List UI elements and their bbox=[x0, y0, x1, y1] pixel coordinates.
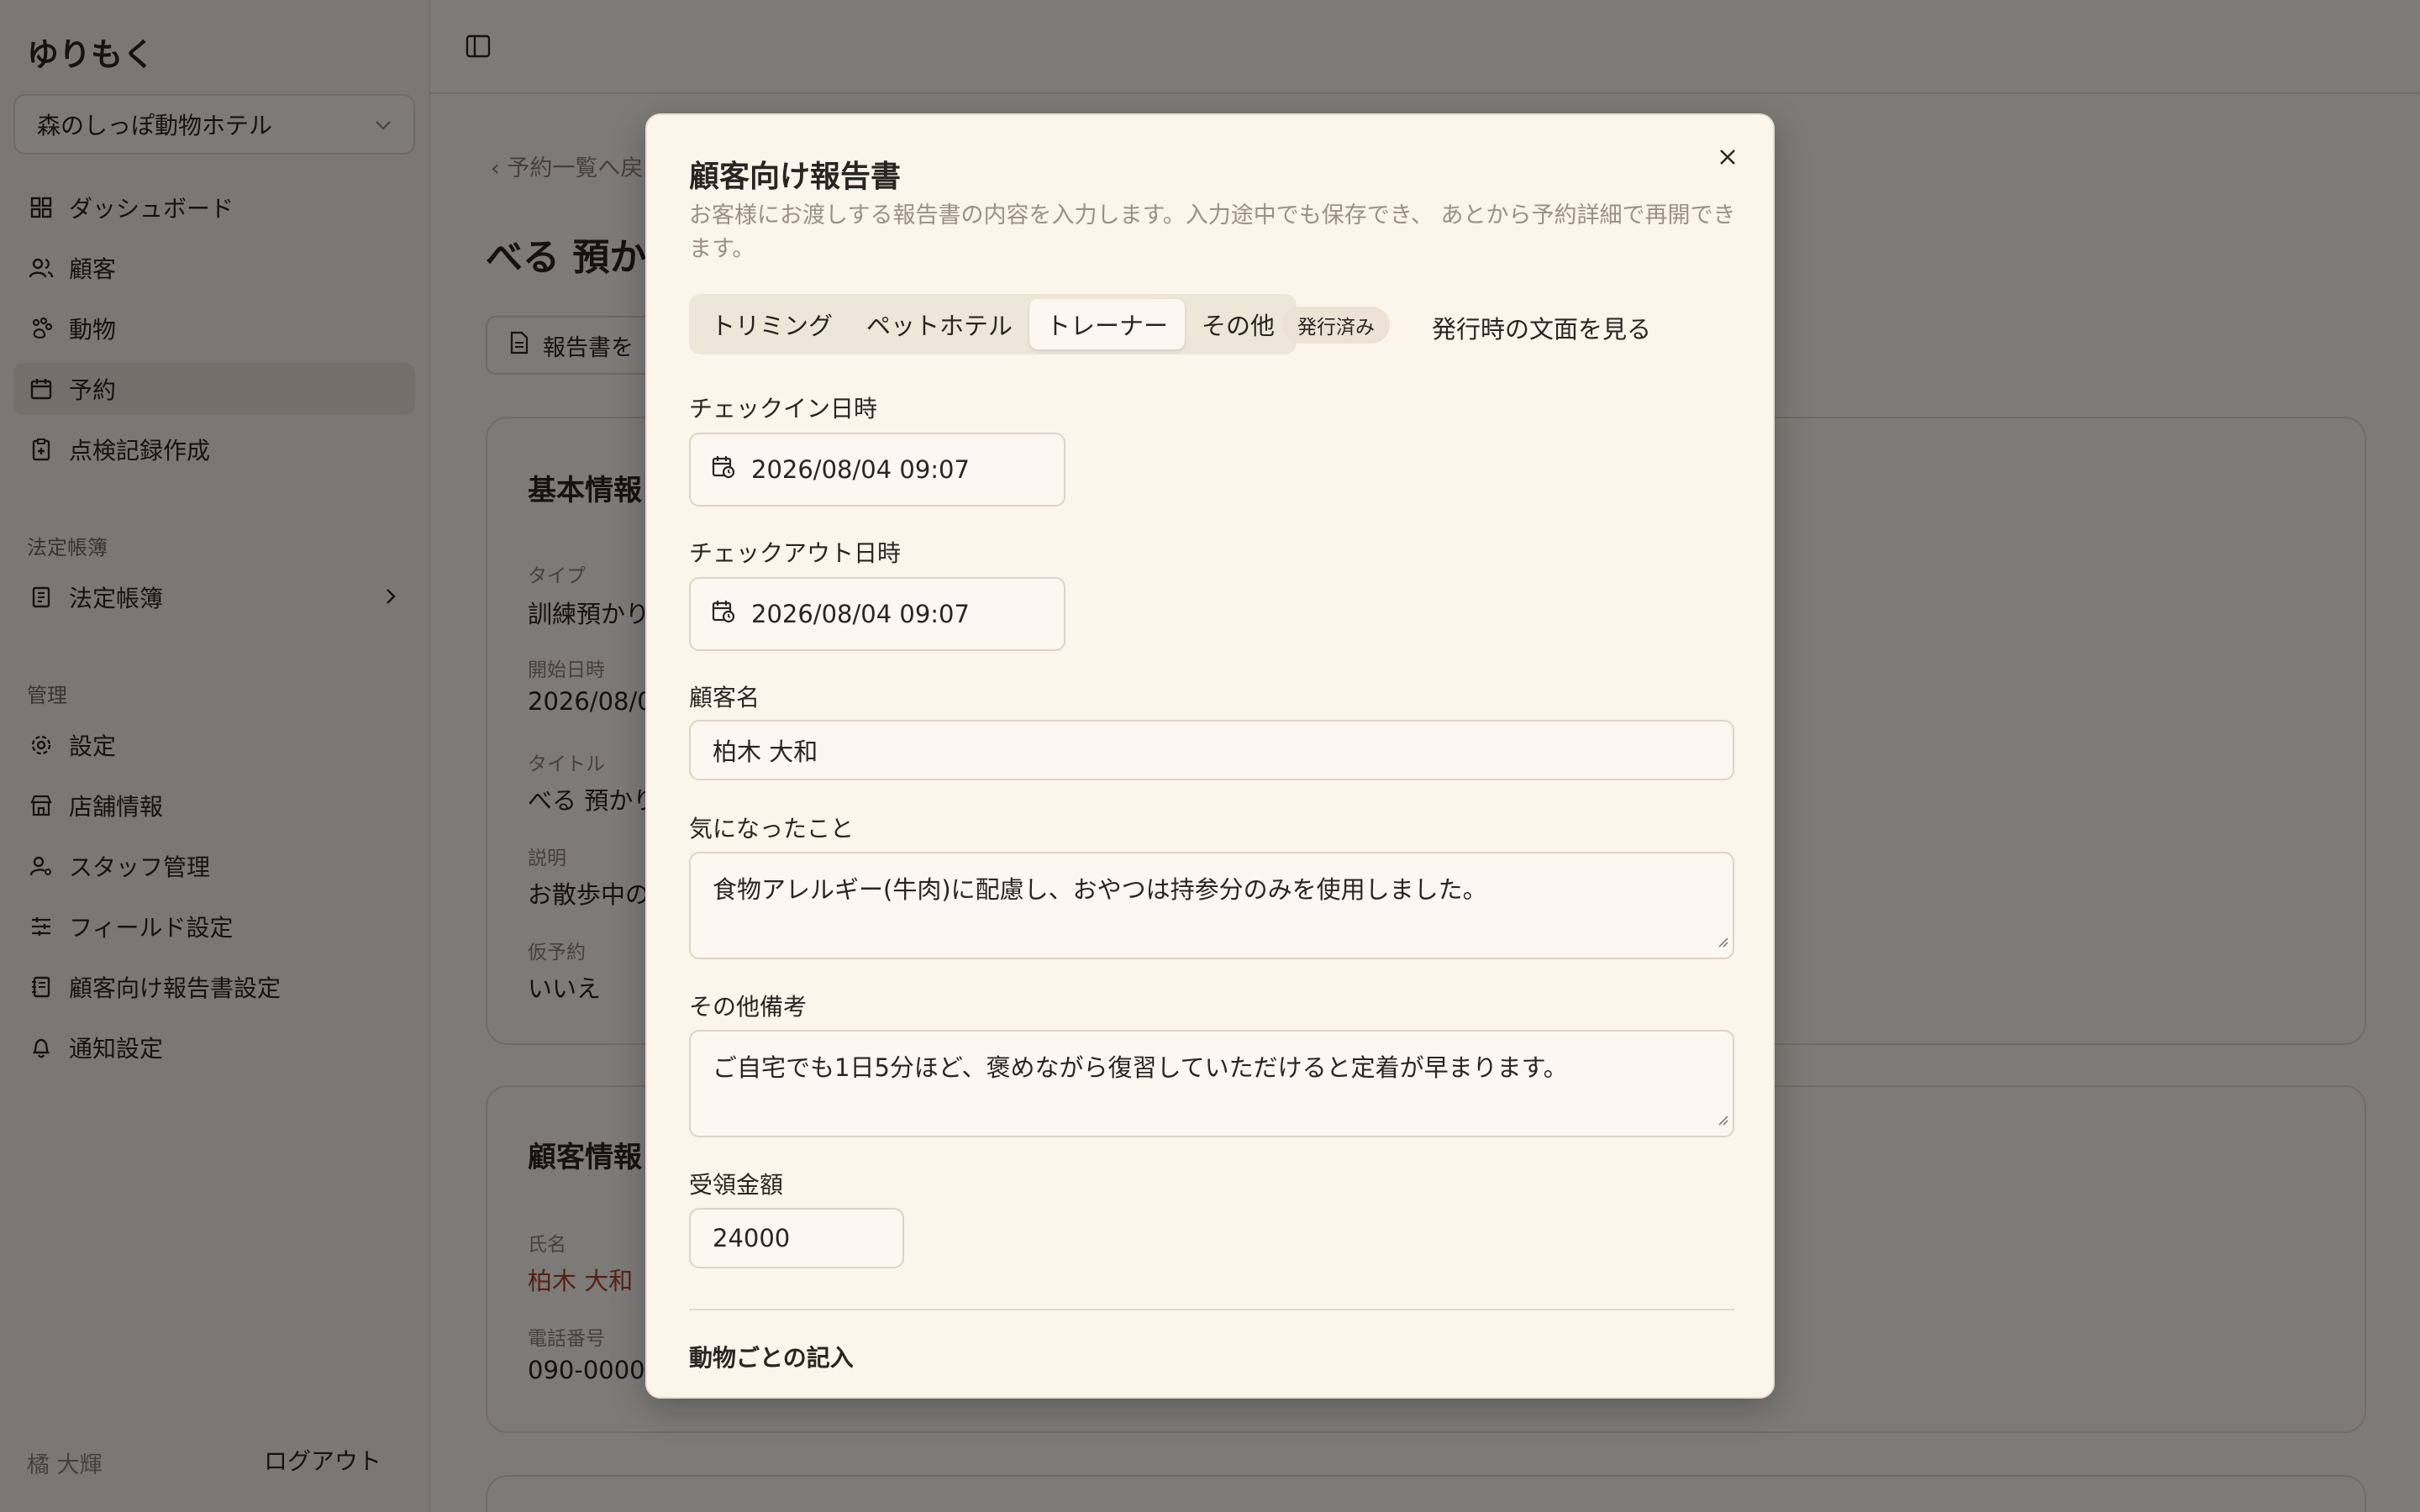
resize-grip-icon[interactable] bbox=[1716, 1104, 1729, 1132]
dialog-description: お客様にお渡しする報告書の内容を入力します。入力途中でも保存でき、 あとから予約… bbox=[689, 202, 1736, 262]
checkout-datetime-input[interactable]: 2026/08/04 09:07 bbox=[689, 577, 1065, 651]
calendar-clock-icon bbox=[711, 454, 736, 486]
notes-value: ご自宅でも1日5分ほど、褒めながら復習していただけると定着が早まります。 bbox=[713, 1053, 1568, 1082]
tab-trainer[interactable]: トレーナー bbox=[1029, 299, 1186, 349]
concern-value: 食物アレルギー(牛肉)に配慮し、おやつは持参分のみを使用しました。 bbox=[713, 875, 1487, 904]
concern-label: 気になったこと bbox=[689, 815, 855, 843]
customer-name-value: 柏木 大和 bbox=[713, 738, 818, 766]
customer-name-label: 顧客名 bbox=[689, 684, 760, 711]
customer-name-input[interactable]: 柏木 大和 bbox=[689, 720, 1734, 780]
close-icon[interactable] bbox=[1711, 140, 1744, 174]
per-animal-section-title: 動物ごとの記入 bbox=[689, 1344, 854, 1372]
checkout-label: チェックアウト日時 bbox=[689, 539, 902, 567]
status-badge: 発行済み bbox=[1282, 307, 1390, 344]
calendar-clock-icon bbox=[711, 599, 736, 630]
amount-input[interactable]: 24000 bbox=[689, 1208, 904, 1268]
customer-report-dialog: 顧客向け報告書 お客様にお渡しする報告書の内容を入力します。入力途中でも保存でき… bbox=[645, 113, 1775, 1399]
checkin-value: 2026/08/04 09:07 bbox=[751, 455, 970, 484]
notes-textarea[interactable]: ご自宅でも1日5分ほど、褒めながら復習していただけると定着が早まります。 bbox=[689, 1030, 1734, 1137]
tab-other[interactable]: その他 bbox=[1185, 299, 1292, 349]
checkout-value: 2026/08/04 09:07 bbox=[751, 600, 970, 628]
dialog-title: 顧客向け報告書 bbox=[689, 160, 902, 194]
amount-value: 24000 bbox=[713, 1224, 791, 1252]
tab-trimming[interactable]: トリミング bbox=[694, 299, 850, 349]
notes-label: その他備考 bbox=[689, 993, 808, 1021]
amount-label: 受領金額 bbox=[689, 1171, 784, 1199]
section-divider bbox=[689, 1309, 1734, 1310]
tab-pet-hotel[interactable]: ペットホテル bbox=[850, 299, 1029, 349]
resize-grip-icon[interactable] bbox=[1716, 926, 1729, 954]
concern-textarea[interactable]: 食物アレルギー(牛肉)に配慮し、おやつは持参分のみを使用しました。 bbox=[689, 852, 1734, 959]
view-issued-text-button[interactable]: 発行時の文面を見る bbox=[1432, 310, 1651, 345]
report-type-tabs: トリミング ペットホテル トレーナー その他 bbox=[689, 294, 1297, 354]
checkin-label: チェックイン日時 bbox=[689, 395, 878, 423]
checkin-datetime-input[interactable]: 2026/08/04 09:07 bbox=[689, 433, 1065, 507]
